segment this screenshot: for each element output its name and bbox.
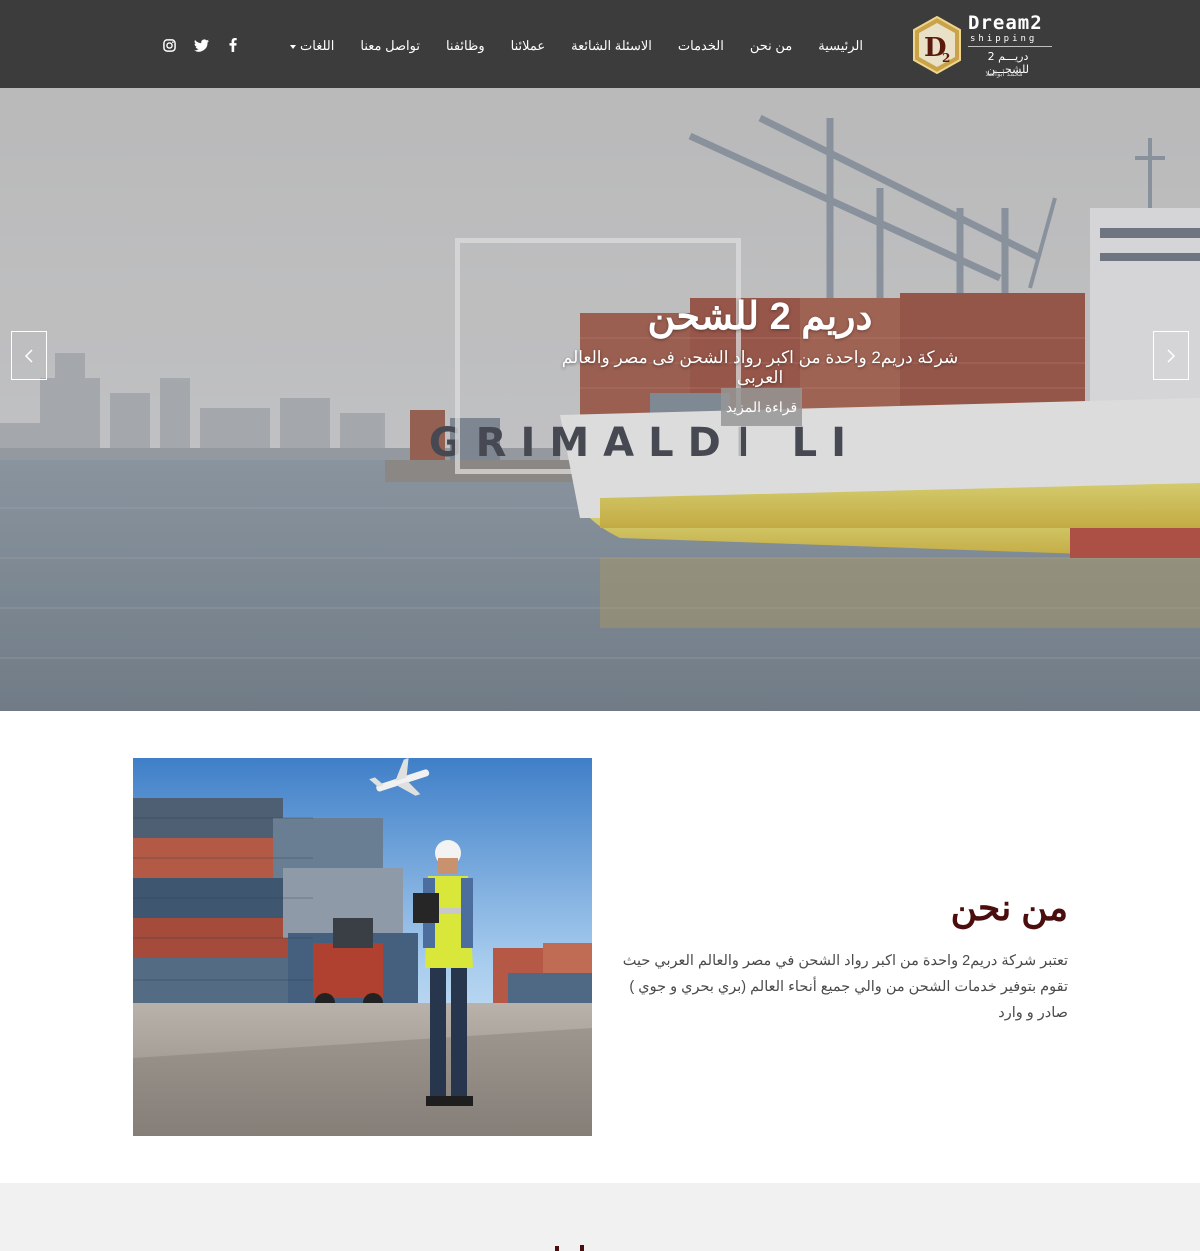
twitter-icon[interactable] — [192, 36, 210, 54]
nav-item-about[interactable]: من نحن — [737, 38, 805, 54]
nav-item-home[interactable]: الرئيسية — [805, 38, 876, 54]
d2-badge-icon: D 2 — [913, 16, 961, 74]
about-text: تعتبر شركة دريم2 واحدة من اكبر رواد الشح… — [622, 953, 1068, 1021]
facebook-icon[interactable] — [224, 36, 242, 54]
nav-languages-label: اللغات — [300, 38, 335, 53]
nav-item-clients[interactable]: عملائنا — [498, 38, 559, 54]
slider-prev-button[interactable] — [11, 331, 47, 380]
social-links — [160, 36, 242, 54]
nav-item-faq[interactable]: الاسئلة الشائعة — [558, 38, 665, 54]
brand-name-en: Dream2 — [968, 12, 1043, 34]
section-heading-cutoff — [555, 1245, 584, 1251]
hero-subtitle: شركة دريم2 واحدة من اكبر رواد الشحن فى م… — [561, 348, 959, 387]
instagram-icon[interactable] — [160, 36, 178, 54]
about-image — [133, 758, 592, 1136]
svg-text:2: 2 — [942, 51, 950, 65]
next-section-band — [0, 1183, 1200, 1251]
main-menu: الرئيسية من نحن الخدمات الاسئلة الشائعة … — [277, 38, 876, 54]
hero-slider: GRIMALDI LI دريم 2 للشحن شركة دريم2 واحد… — [0, 88, 1200, 711]
logistics-photo — [133, 758, 592, 1136]
nav-item-jobs[interactable]: وظائفنا — [433, 38, 498, 54]
nav-item-services[interactable]: الخدمات — [665, 38, 737, 54]
hero-title: دريم 2 للشحن — [647, 296, 873, 338]
brand-tagline-en: shipping — [970, 34, 1038, 44]
brand-owner: محمد أبوالعلا — [985, 70, 1023, 78]
slider-next-button[interactable] — [1153, 331, 1189, 380]
brand-divider — [968, 46, 1052, 47]
chevron-down-icon — [290, 44, 297, 49]
nav-item-contact[interactable]: تواصل معنا — [347, 38, 433, 54]
about-title: من نحن — [950, 887, 1068, 928]
read-more-button[interactable]: قراءة المزيد — [721, 388, 802, 426]
chevron-left-icon — [24, 348, 33, 363]
nav-item-languages[interactable]: اللغات — [277, 38, 347, 54]
navbar: D 2 Dream2 shipping دريـــم 2 للشحـــن م… — [0, 0, 1200, 88]
chevron-right-icon — [1167, 348, 1176, 363]
brand-logo[interactable]: D 2 Dream2 shipping دريـــم 2 للشحـــن م… — [912, 12, 1058, 82]
